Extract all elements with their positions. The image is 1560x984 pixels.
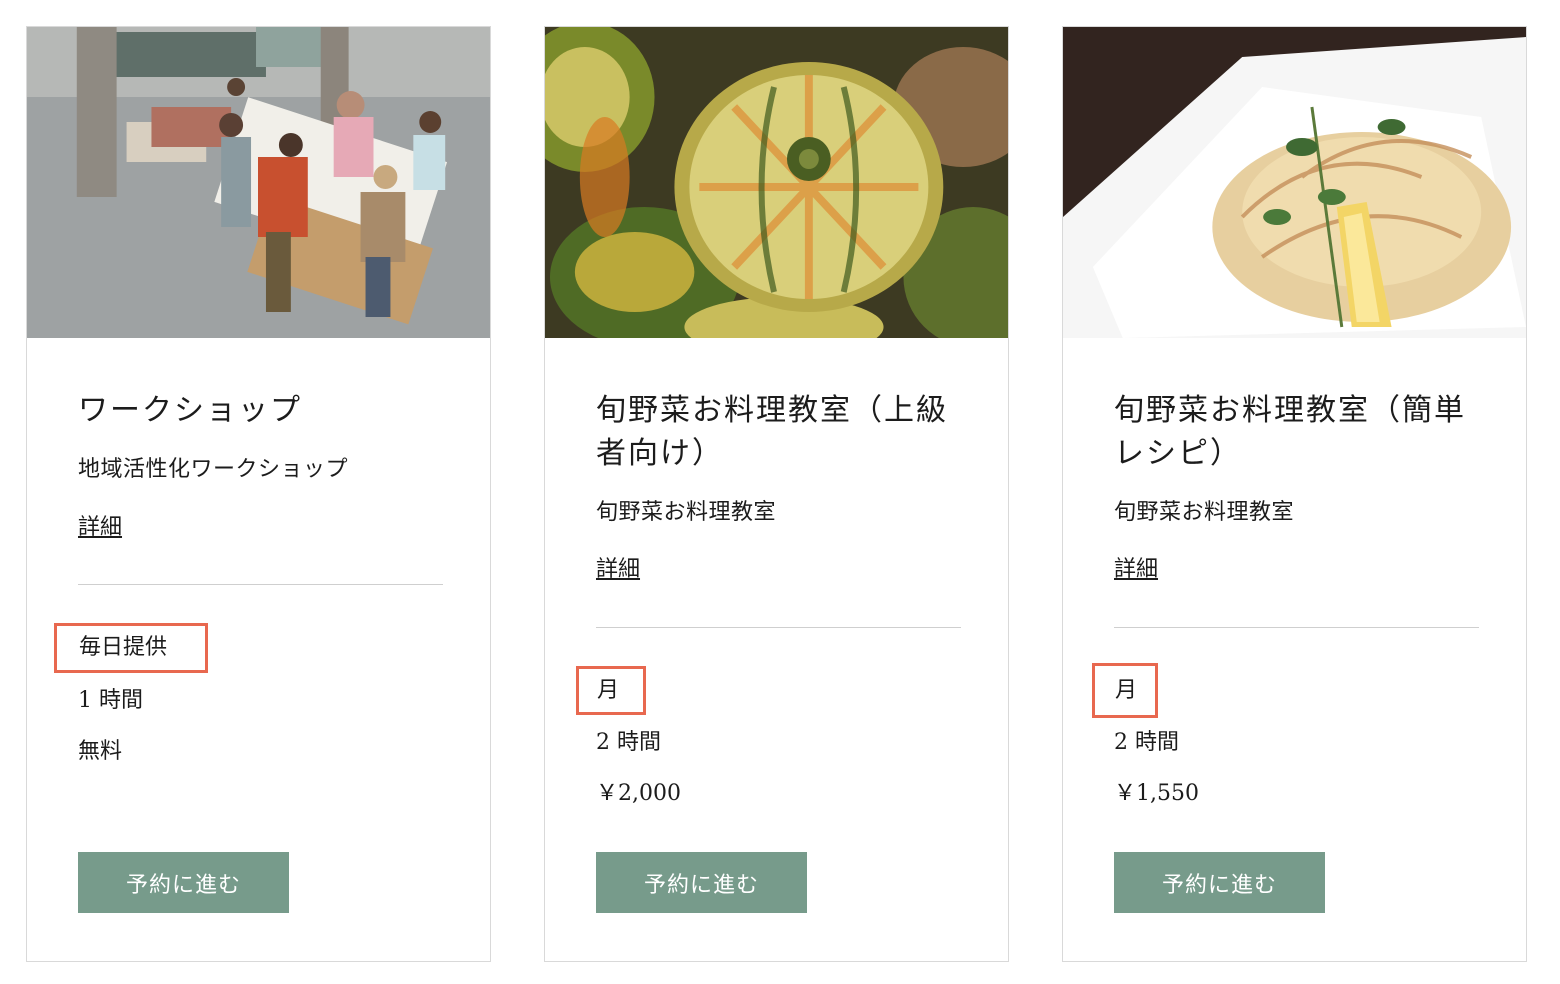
duration-label: 2 時間 [1114,730,1179,755]
card-subtitle: 旬野菜お料理教室 [1114,500,1295,525]
workshop-meeting-photo[interactable] [27,27,490,338]
details-link[interactable]: 詳細 [596,555,640,585]
book-button[interactable]: 予約に進む [78,852,289,913]
availability-label: 毎日提供 [54,623,208,673]
service-card: 旬野菜お料理教室（簡単レシピ） 旬野菜お料理教室 詳細 月 2 時間 ￥1,55… [1062,26,1527,962]
card-title: 旬野菜お料理教室（上級者向け） [596,393,948,471]
service-card: ワークショップ 地域活性化ワークショップ 詳細 毎日提供 1 時間 無料 予約に… [26,26,491,962]
price-label: 無料 [78,739,123,764]
card-subtitle: 旬野菜お料理教室 [596,500,777,525]
duration-label: 2 時間 [596,730,661,755]
divider [596,627,961,628]
availability-label: 月 [576,666,646,715]
service-card: 旬野菜お料理教室（上級者向け） 旬野菜お料理教室 詳細 月 2 時間 ￥2,00… [544,26,1009,962]
squash-pumpkin-photo[interactable] [545,27,1008,338]
price-label: ￥1,550 [1114,781,1199,806]
card-title: ワークショップ [78,393,302,428]
duration-label: 1 時間 [78,688,143,713]
details-link[interactable]: 詳細 [78,513,122,543]
book-button[interactable]: 予約に進む [1114,852,1325,913]
availability-label: 月 [1092,663,1158,718]
price-label: ￥2,000 [596,781,681,806]
divider [1114,627,1479,628]
tempura-dish-photo[interactable] [1063,27,1526,338]
details-link[interactable]: 詳細 [1114,555,1158,585]
card-subtitle: 地域活性化ワークショップ [78,457,349,482]
book-button[interactable]: 予約に進む [596,852,807,913]
card-title: 旬野菜お料理教室（簡単レシピ） [1114,393,1466,471]
divider [78,584,443,585]
